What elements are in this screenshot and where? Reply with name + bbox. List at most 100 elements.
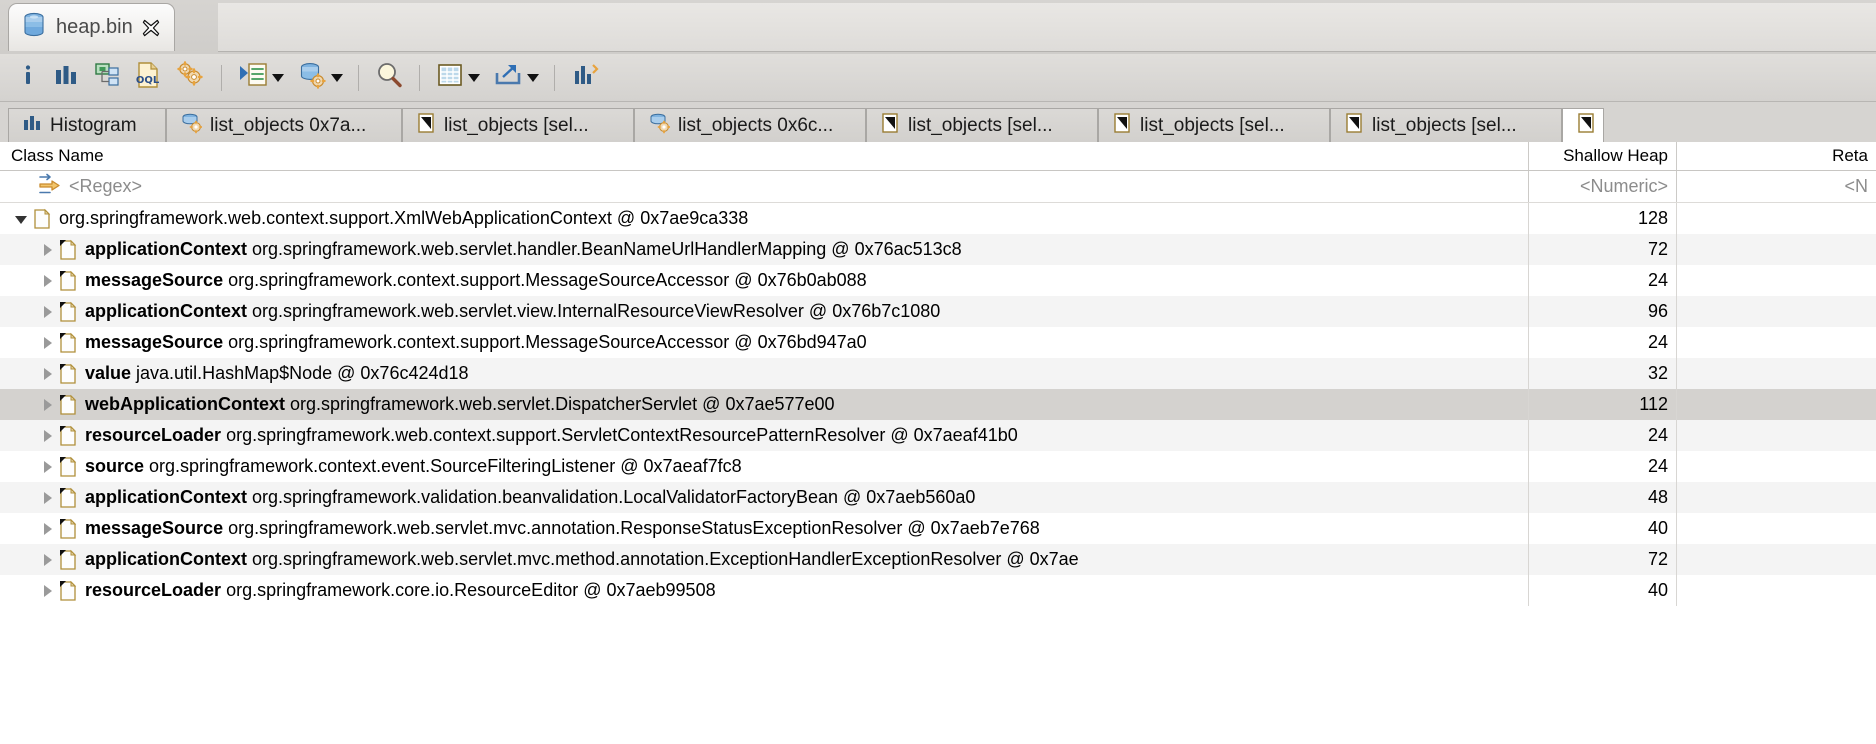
field-name-label: value [85, 363, 137, 383]
expand-triangle-icon[interactable] [36, 336, 58, 350]
class-name-label: org.springframework.web.context.support.… [59, 208, 749, 228]
close-icon[interactable] [142, 19, 160, 37]
heap-dump-actions-button[interactable] [290, 58, 330, 98]
expand-triangle-icon[interactable] [36, 367, 58, 381]
filter-cell-retained-heap[interactable]: <N [1676, 171, 1876, 202]
cell-class-name: resourceLoader org.springframework.core.… [0, 575, 1528, 606]
histogram-button[interactable] [46, 58, 86, 98]
object-instance-icon [58, 425, 78, 447]
run-expert-system-button[interactable] [168, 58, 212, 98]
cell-retained-heap [1676, 389, 1876, 420]
column-header-retained-heap[interactable]: Reta [1676, 142, 1876, 170]
expand-triangle-icon[interactable] [36, 584, 58, 598]
tab-list-objects-sel-4[interactable]: list_objects [sel... [1330, 108, 1562, 142]
column-header-class-name[interactable]: Class Name [0, 142, 1528, 170]
histogram-bars-icon [53, 62, 79, 93]
table-row[interactable]: applicationContext org.springframework.w… [0, 544, 1876, 575]
expand-triangle-icon[interactable] [36, 243, 58, 257]
table-row[interactable]: webApplicationContext org.springframewor… [0, 389, 1876, 420]
run-query-dropdown-arrow[interactable] [271, 58, 290, 98]
cell-shallow-heap: 32 [1528, 358, 1676, 389]
filter-cell-class-name[interactable]: <Regex> [0, 171, 1528, 202]
tab-list-objects-sel-2[interactable]: list_objects [sel... [866, 108, 1098, 142]
calculate-retained-size-dropdown-arrow[interactable] [467, 58, 486, 98]
expand-triangle-icon[interactable] [36, 305, 58, 319]
expand-triangle-icon[interactable] [36, 491, 58, 505]
expand-triangle-icon[interactable] [36, 553, 58, 567]
table-row[interactable]: applicationContext org.springframework.w… [0, 296, 1876, 327]
field-name-label: messageSource [85, 332, 229, 352]
table-row[interactable]: org.springframework.web.context.support.… [0, 203, 1876, 234]
object-instance-icon [58, 270, 78, 292]
incoming-refs-icon [1576, 112, 1596, 139]
calculate-retained-size-button[interactable] [429, 58, 467, 98]
table-row[interactable]: applicationContext org.springframework.w… [0, 234, 1876, 265]
table-row[interactable]: source org.springframework.context.event… [0, 451, 1876, 482]
cell-shallow-heap: 72 [1528, 234, 1676, 265]
cell-class-name: webApplicationContext org.springframewor… [0, 389, 1528, 420]
table-row[interactable]: resourceLoader org.springframework.web.c… [0, 420, 1876, 451]
heap-dump-icon [21, 11, 47, 44]
heap-dump-actions-dropdown-arrow[interactable] [330, 58, 349, 98]
table-row[interactable]: value java.util.HashMap$Node @ 0x76c424d… [0, 358, 1876, 389]
class-name-label: resourceLoader org.springframework.web.c… [85, 425, 1018, 445]
outgoing-refs-icon [180, 112, 203, 139]
object-instance-icon [58, 363, 78, 385]
editor-tab-heap-bin[interactable]: heap.bin [8, 3, 175, 51]
object-tree-table: Class Name Shallow Heap Reta <Regex> <Nu… [0, 142, 1876, 744]
cell-class-name: applicationContext org.springframework.w… [0, 544, 1528, 575]
tab-list-objects-sel-5-active[interactable] [1562, 108, 1604, 142]
table-row[interactable]: messageSource org.springframework.web.se… [0, 513, 1876, 544]
export-dropdown-arrow[interactable] [526, 58, 545, 98]
object-instance-icon [58, 549, 78, 571]
filter-cell-shallow-heap[interactable]: <Numeric> [1528, 171, 1676, 202]
oql-document-icon: OQL [135, 61, 161, 94]
dominator-tree-button[interactable] [86, 58, 128, 98]
expand-triangle-icon[interactable] [36, 398, 58, 412]
cell-shallow-heap: 40 [1528, 513, 1676, 544]
search-icon [375, 61, 403, 94]
collapse-triangle-icon[interactable] [10, 212, 32, 226]
cell-retained-heap [1676, 513, 1876, 544]
object-instance-icon [58, 394, 78, 416]
table-row[interactable]: messageSource org.springframework.contex… [0, 327, 1876, 358]
incoming-refs-icon [416, 112, 436, 139]
compare-button[interactable] [564, 58, 606, 98]
cell-retained-heap [1676, 575, 1876, 606]
expand-triangle-icon[interactable] [36, 522, 58, 536]
cell-retained-heap [1676, 451, 1876, 482]
expand-triangle-icon[interactable] [36, 429, 58, 443]
table-row[interactable]: applicationContext org.springframework.v… [0, 482, 1876, 513]
tab-list-objects-0x6c[interactable]: list_objects 0x6c... [634, 108, 866, 142]
table-row[interactable]: resourceLoader org.springframework.core.… [0, 575, 1876, 606]
column-header-shallow-heap[interactable]: Shallow Heap [1528, 142, 1676, 170]
tab-label: list_objects [sel... [1140, 114, 1285, 136]
table-filter-row: <Regex> <Numeric> <N [0, 171, 1876, 203]
run-query-button[interactable] [231, 58, 271, 98]
cell-class-name: applicationContext org.springframework.w… [0, 296, 1528, 327]
tab-histogram[interactable]: Histogram [8, 108, 166, 142]
export-arrow-icon [493, 61, 523, 94]
expand-triangle-icon[interactable] [36, 460, 58, 474]
object-instance-icon [58, 332, 78, 354]
search-button[interactable] [368, 58, 410, 98]
svg-text:OQL: OQL [136, 75, 160, 86]
tab-list-objects-sel-3[interactable]: list_objects [sel... [1098, 108, 1330, 142]
cell-retained-heap [1676, 327, 1876, 358]
overview-info-button[interactable] [10, 58, 46, 98]
cell-retained-heap [1676, 358, 1876, 389]
table-body: org.springframework.web.context.support.… [0, 203, 1876, 606]
incoming-refs-icon [1112, 112, 1132, 139]
field-name-label: messageSource [85, 270, 229, 290]
compare-bars-icon [571, 61, 599, 94]
expand-triangle-icon[interactable] [36, 274, 58, 288]
export-button[interactable] [486, 58, 526, 98]
field-name-label: source [85, 456, 150, 476]
filter-placeholder-retained-heap: <N [1844, 176, 1868, 196]
oql-button[interactable]: OQL [128, 58, 168, 98]
table-row[interactable]: messageSource org.springframework.contex… [0, 265, 1876, 296]
info-icon [17, 62, 39, 93]
tab-list-objects-sel-1[interactable]: list_objects [sel... [402, 108, 634, 142]
tab-list-objects-0x7a[interactable]: list_objects 0x7a... [166, 108, 402, 142]
field-name-label: resourceLoader [85, 425, 227, 445]
